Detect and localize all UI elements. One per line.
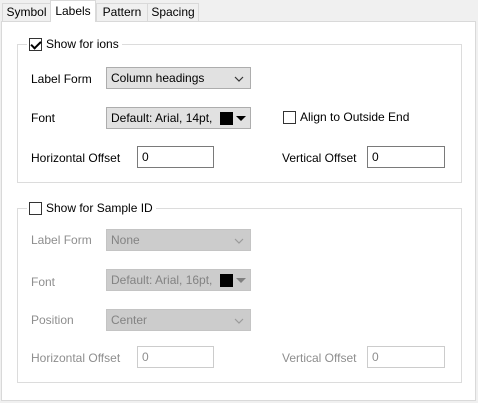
ions-font-label: Font	[31, 111, 56, 125]
chevron-down-icon	[234, 318, 244, 324]
sample-group-toggle[interactable]: Show for Sample ID	[27, 200, 156, 216]
sample-v-offset-label: Vertical Offset	[282, 351, 357, 365]
ions-label-form-select[interactable]: Column headings	[106, 67, 251, 89]
align-outside-end-option[interactable]: Align to Outside End	[283, 110, 409, 124]
sample-label-form-label: Label Form	[31, 233, 92, 247]
sample-v-offset-value: 0	[372, 350, 379, 364]
tab-label: Pattern	[102, 5, 142, 19]
font-color-swatch	[220, 274, 233, 287]
tab-spacing[interactable]: Spacing	[147, 3, 199, 21]
ions-label-form-value: Column headings	[111, 71, 205, 85]
ions-v-offset-input[interactable]: 0	[367, 146, 445, 168]
tab-label: Symbol	[6, 5, 47, 19]
ions-font-value: Default: Arial, 14pt,	[111, 111, 213, 125]
ions-v-offset-label: Vertical Offset	[282, 151, 357, 165]
ions-group-title: Show for ions	[46, 37, 119, 51]
tab-symbol[interactable]: Symbol	[2, 3, 51, 21]
sample-group-title: Show for Sample ID	[46, 201, 153, 215]
sample-v-offset-input[interactable]: 0	[367, 346, 445, 368]
dropdown-arrow-icon	[236, 116, 246, 121]
ions-group-toggle[interactable]: Show for ions	[27, 36, 122, 52]
ions-font-select[interactable]: Default: Arial, 14pt,	[106, 107, 251, 129]
dropdown-arrow-icon	[236, 278, 246, 283]
sample-h-offset-label: Horizontal Offset	[31, 351, 121, 365]
ions-v-offset-value: 0	[372, 150, 379, 164]
tab-pattern[interactable]: Pattern	[96, 3, 148, 21]
align-outside-end-checkbox[interactable]	[283, 110, 296, 124]
sample-label-form-value: None	[111, 233, 140, 247]
ions-checkbox[interactable]	[29, 37, 42, 51]
tab-strip: Symbol Labels Pattern Spacing	[0, 0, 478, 22]
tab-label: Labels	[55, 4, 91, 18]
ions-h-offset-input[interactable]: 0	[137, 146, 214, 168]
sample-position-label: Position	[31, 313, 74, 327]
align-outside-end-label: Align to Outside End	[300, 110, 410, 124]
sample-id-checkbox[interactable]	[29, 201, 42, 215]
chevron-down-icon	[234, 76, 244, 82]
ions-h-offset-value: 0	[142, 150, 149, 164]
sample-position-value: Center	[111, 313, 148, 327]
font-color-swatch	[220, 112, 233, 125]
tab-labels[interactable]: Labels	[50, 0, 96, 22]
sample-font-label: Font	[31, 275, 56, 289]
sample-font-select[interactable]: Default: Arial, 16pt,	[106, 269, 251, 291]
sample-position-select[interactable]: Center	[106, 309, 251, 331]
ions-label-form-label: Label Form	[31, 72, 92, 86]
sample-h-offset-input[interactable]: 0	[137, 346, 214, 368]
ions-h-offset-label: Horizontal Offset	[31, 151, 121, 165]
sample-label-form-select[interactable]: None	[106, 229, 251, 251]
tab-label: Spacing	[151, 5, 195, 19]
chevron-down-icon	[234, 238, 244, 244]
sample-font-value: Default: Arial, 16pt,	[111, 273, 213, 287]
sample-h-offset-value: 0	[142, 350, 149, 364]
